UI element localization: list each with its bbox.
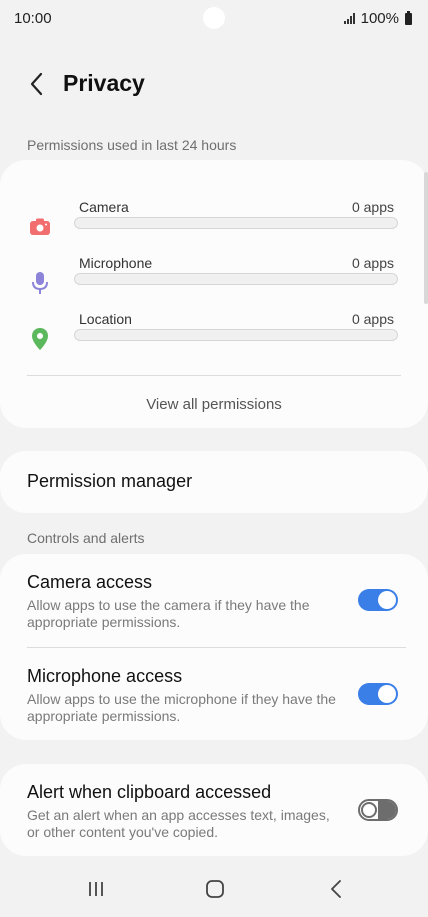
permission-manager-item[interactable]: Permission manager (0, 451, 428, 513)
camera-access-row[interactable]: Camera access Allow apps to use the came… (0, 554, 428, 647)
clipboard-alert-title: Alert when clipboard accessed (27, 782, 272, 802)
toggle-knob (361, 802, 377, 818)
toggle-knob (378, 685, 396, 703)
controls-card: Camera access Allow apps to use the came… (0, 554, 428, 740)
microphone-access-toggle[interactable] (358, 683, 398, 705)
location-pin-icon (28, 327, 52, 351)
chevron-left-icon (30, 72, 43, 96)
toggle-track (378, 801, 396, 819)
home-icon (206, 880, 224, 898)
scrollbar[interactable] (424, 172, 428, 304)
clipboard-alert-description: Get an alert when an app accesses text, … (27, 807, 330, 840)
permission-app-count: 0 apps (351, 311, 394, 327)
view-all-permissions-button[interactable]: View all permissions (0, 396, 428, 413)
camera-icon (28, 215, 52, 239)
recent-apps-button[interactable] (81, 876, 111, 902)
status-bar: 10:00 100% (0, 0, 428, 38)
toggle-knob (378, 591, 396, 609)
permission-row-camera[interactable]: Camera 0 apps (0, 199, 428, 247)
camera-access-toggle[interactable] (358, 589, 398, 611)
permission-row-microphone[interactable]: Microphone 0 apps (0, 255, 428, 303)
front-camera-cutout (203, 7, 225, 29)
battery-percent: 100% (360, 10, 399, 27)
permission-manager-label: Permission manager (27, 471, 193, 491)
back-button[interactable] (22, 70, 50, 98)
microphone-icon (28, 271, 52, 295)
recent-apps-icon (89, 882, 103, 896)
permission-name: Location (79, 311, 132, 327)
usage-bar (74, 329, 398, 341)
permission-row-location[interactable]: Location 0 apps (0, 311, 428, 359)
signal-icon (343, 13, 355, 24)
permissions-usage-card: Camera 0 apps Microphone 0 apps Location… (0, 160, 428, 428)
status-time: 10:00 (14, 10, 52, 27)
permission-name: Camera (79, 199, 129, 215)
clipboard-alert-toggle[interactable] (358, 799, 398, 821)
divider (27, 375, 401, 376)
camera-access-title: Camera access (27, 572, 153, 592)
back-nav-button[interactable] (321, 876, 351, 902)
permission-name: Microphone (79, 255, 153, 271)
usage-bar (74, 273, 398, 285)
battery-icon (405, 10, 412, 25)
controls-section-label: Controls and alerts (27, 530, 145, 546)
status-indicators: 100% (343, 10, 412, 27)
permission-app-count: 0 apps (351, 255, 394, 271)
microphone-access-row[interactable]: Microphone access Allow apps to use the … (0, 648, 428, 740)
camera-access-description: Allow apps to use the camera if they hav… (27, 597, 310, 630)
permissions-section-label: Permissions used in last 24 hours (27, 137, 237, 153)
microphone-access-description: Allow apps to use the microphone if they… (27, 691, 336, 724)
app-header: Privacy (0, 60, 428, 108)
chevron-left-icon (331, 880, 341, 898)
home-button[interactable] (200, 876, 230, 902)
navigation-bar (0, 862, 428, 917)
page-title: Privacy (63, 70, 145, 96)
permission-app-count: 0 apps (351, 199, 394, 215)
clipboard-alert-row[interactable]: Alert when clipboard accessed Get an ale… (0, 764, 428, 856)
usage-bar (74, 217, 398, 229)
microphone-access-title: Microphone access (27, 666, 183, 686)
